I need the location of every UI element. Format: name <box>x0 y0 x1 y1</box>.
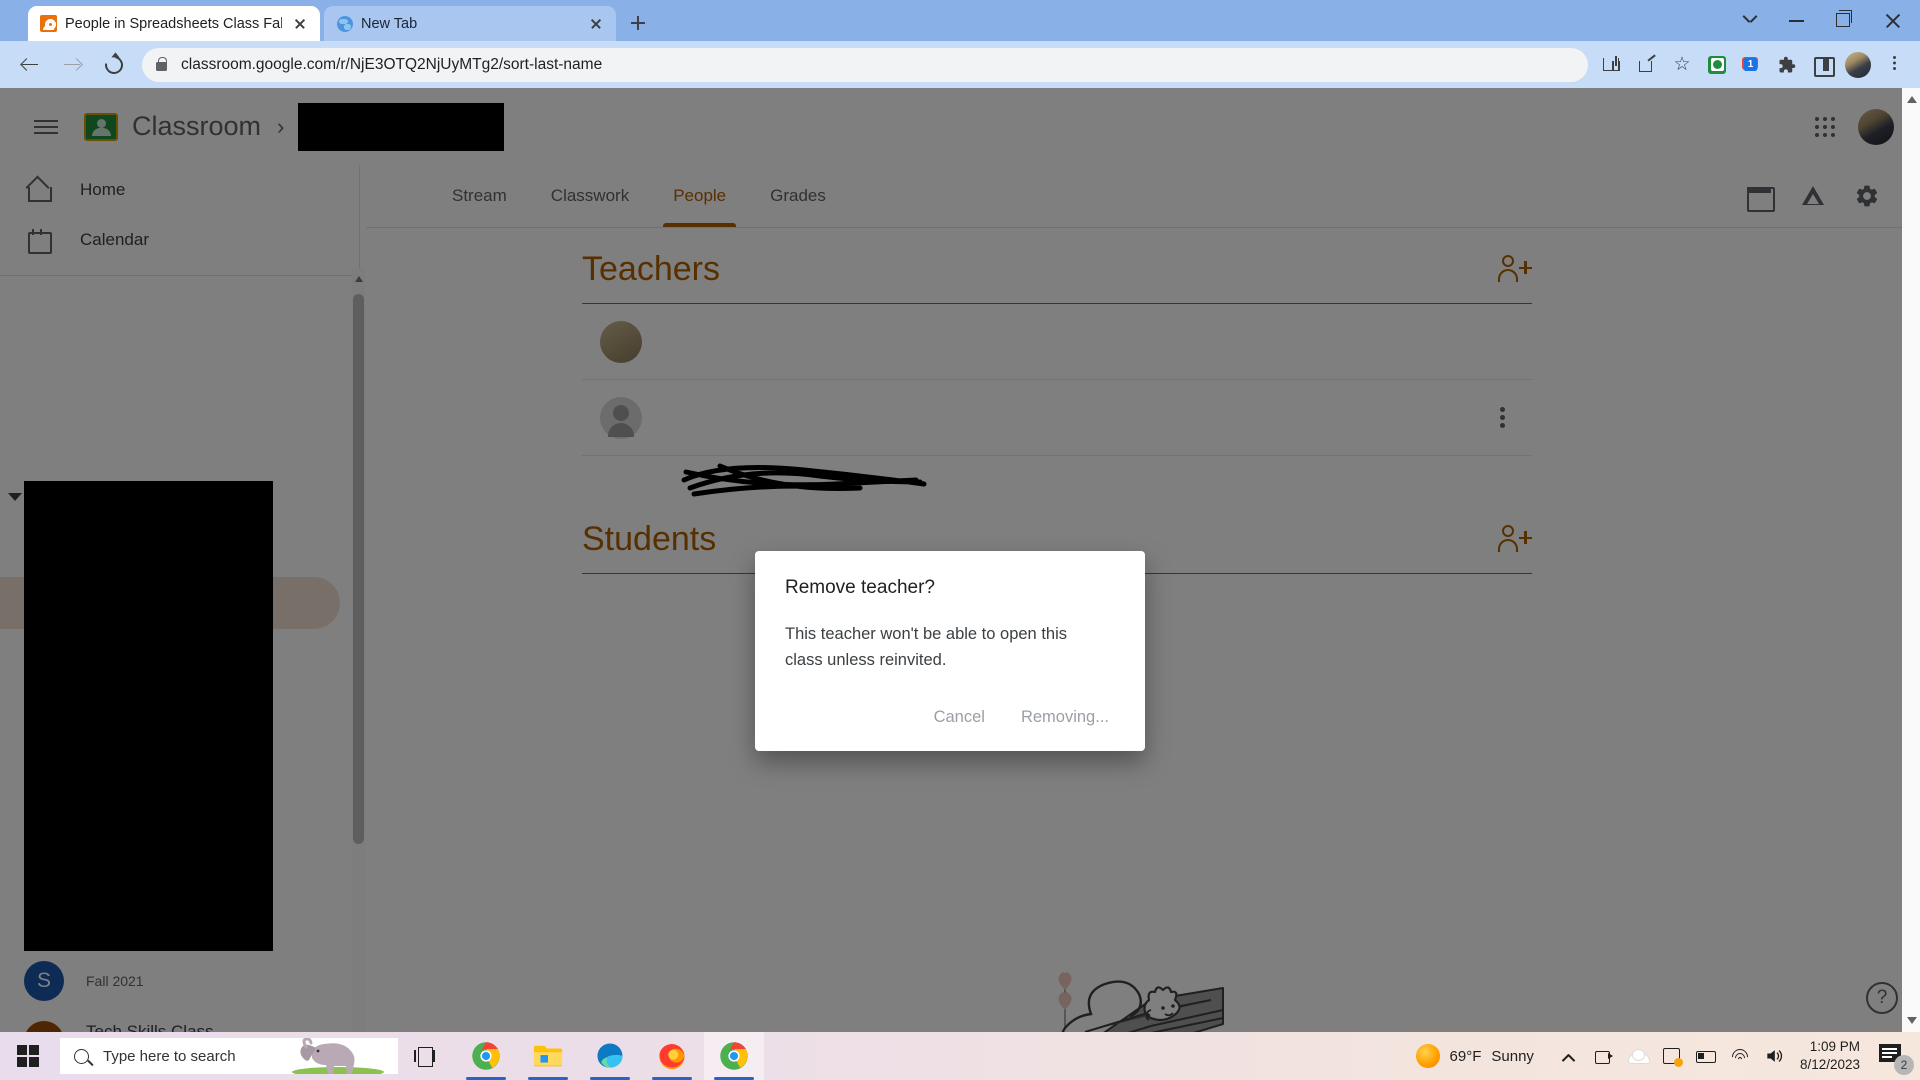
teacher-name-scribble-redaction <box>681 463 927 497</box>
task-view-icon[interactable] <box>398 1032 452 1080</box>
share-icon[interactable] <box>1631 49 1663 81</box>
page-scrollbar[interactable] <box>1902 88 1920 1032</box>
tab-title: People in Spreadsheets Class Fall <box>65 15 282 32</box>
battery-icon[interactable] <box>1695 1046 1716 1066</box>
taskbar-apps <box>456 1032 764 1080</box>
forward-button[interactable] <box>52 45 92 85</box>
clock[interactable]: 1:09 PM 8/12/2023 <box>1800 1038 1876 1074</box>
search-icon <box>74 1048 89 1064</box>
weather-widget[interactable]: 69°F Sunny <box>1415 1044 1560 1068</box>
tab-strip: People in Spreadsheets Class Fall New Ta… <box>0 0 1920 41</box>
minimize-icon[interactable] <box>1774 0 1820 41</box>
browser-toolbar: classroom.google.com/r/NjE3OTQ2NjUyMTg2/… <box>0 41 1920 88</box>
dialog-body: This teacher won't be able to open this … <box>785 625 1067 669</box>
chrome-menu-icon[interactable] <box>1878 49 1910 81</box>
close-icon[interactable] <box>586 14 606 34</box>
screen: People in Spreadsheets Class Fall New Ta… <box>0 0 1920 1080</box>
toolbar-icons: ☆ 1 <box>1596 49 1910 81</box>
windows-taskbar: Type here to search 69°F Sunny 1:09 PM 8… <box>0 1032 1920 1080</box>
close-window-icon[interactable] <box>1866 0 1920 41</box>
sync-icon[interactable] <box>1662 1046 1683 1067</box>
dialog-actions: Cancel Removing... <box>922 700 1121 735</box>
google-classroom-extension-icon[interactable] <box>1701 49 1733 81</box>
restore-icon[interactable] <box>1820 0 1866 41</box>
wifi-icon[interactable] <box>1728 1045 1752 1069</box>
system-tray: 69°F Sunny 1:09 PM 8/12/2023 2 <box>1415 1032 1920 1080</box>
install-icon[interactable] <box>1596 49 1628 81</box>
screencastify-extension-icon[interactable]: 1 <box>1736 49 1768 81</box>
elephant-illustration <box>292 1038 384 1074</box>
tab-search-icon[interactable] <box>1728 0 1774 41</box>
remove-button[interactable]: Removing... <box>1009 700 1121 735</box>
taskbar-app-chrome-2[interactable] <box>704 1032 764 1080</box>
scroll-down-arrow-icon[interactable] <box>1907 1017 1917 1024</box>
remove-teacher-dialog: Remove teacher? This teacher won't be ab… <box>755 551 1145 751</box>
onedrive-icon[interactable] <box>1627 1046 1650 1066</box>
side-panel-icon[interactable] <box>1806 49 1838 81</box>
taskbar-app-chrome[interactable] <box>456 1032 516 1080</box>
address-bar[interactable]: classroom.google.com/r/NjE3OTQ2NjUyMTg2/… <box>142 47 1588 82</box>
bookmark-star-icon[interactable]: ☆ <box>1666 49 1698 81</box>
search-input[interactable]: Type here to search <box>60 1038 398 1074</box>
tab-title: New Tab <box>361 15 418 32</box>
weather-temperature: 69°F <box>1449 1047 1482 1065</box>
browser-tab-active[interactable]: People in Spreadsheets Class Fall <box>28 6 320 41</box>
browser-tab-newtab[interactable]: New Tab <box>324 6 616 41</box>
lock-icon <box>156 56 167 71</box>
weather-condition: Sunny <box>1491 1047 1534 1065</box>
window-controls <box>1728 0 1920 41</box>
new-tab-button[interactable] <box>624 9 652 37</box>
avatar[interactable] <box>1845 51 1871 78</box>
notification-count-badge: 2 <box>1894 1055 1914 1075</box>
cancel-button[interactable]: Cancel <box>922 700 997 735</box>
page-viewport: Classroom › Home <box>0 88 1920 1032</box>
close-icon[interactable] <box>290 14 310 34</box>
taskbar-app-file-explorer[interactable] <box>518 1032 578 1080</box>
scroll-up-arrow-icon[interactable] <box>1907 96 1917 103</box>
url-text: classroom.google.com/r/NjE3OTQ2NjUyMTg2/… <box>181 55 603 73</box>
windows-start-icon[interactable] <box>0 1032 56 1080</box>
camera-icon[interactable] <box>1594 1046 1614 1066</box>
notifications-button[interactable]: 2 <box>1876 1041 1914 1075</box>
tray-icons <box>1560 1045 1800 1069</box>
browser-window: People in Spreadsheets Class Fall New Ta… <box>0 0 1920 1032</box>
search-placeholder: Type here to search <box>103 1047 236 1065</box>
taskbar-app-firefox[interactable] <box>642 1032 702 1080</box>
back-button[interactable] <box>10 45 50 85</box>
globe-icon <box>336 15 353 32</box>
volume-icon[interactable] <box>1764 1046 1784 1066</box>
sun-icon <box>1415 1044 1440 1068</box>
classroom-icon <box>40 15 57 32</box>
extension-badge-count: 1 <box>1744 57 1757 71</box>
dialog-title: Remove teacher? <box>785 577 935 598</box>
clock-time: 1:09 PM <box>1809 1039 1860 1054</box>
show-hidden-icons-chevron[interactable] <box>1560 1046 1580 1066</box>
clock-date: 8/12/2023 <box>1799 1057 1860 1072</box>
extensions-puzzle-icon[interactable] <box>1771 49 1803 81</box>
reload-button[interactable] <box>94 45 134 85</box>
taskbar-app-edge[interactable] <box>580 1032 640 1080</box>
